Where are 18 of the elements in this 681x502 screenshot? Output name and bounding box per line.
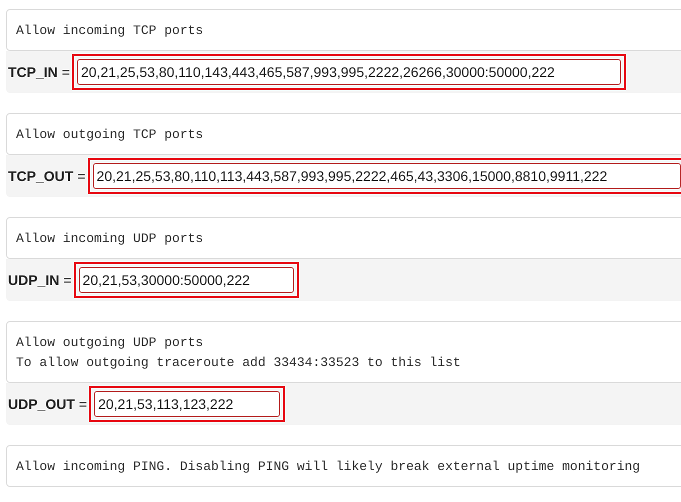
equals-sign: = [63,272,72,288]
comment-text: Allow incoming TCP ports [16,22,204,40]
comment-text: To allow outgoing traceroute add 33434:33523 to this list [16,354,462,372]
setting-label: UDP_OUT [8,396,75,412]
input-field[interactable]: 20,21,53,113,123,222 [94,391,280,417]
input-field[interactable]: 20,21,25,53,80,110,143,443,465,587,993,995,2222,26266,30000:50000,222 [76,59,621,85]
setting-label: TCP_OUT [8,168,74,184]
setting-label: TCP_IN [8,64,58,80]
comment-text: Allow outgoing UDP ports [16,334,204,352]
setting-label: UDP_IN [8,272,60,288]
input-field[interactable]: 20,21,25,53,80,110,113,443,587,993,995,2222,465,43,3306,15000,8810,9911,222 [92,163,681,189]
comment-text: Allow incoming PING. Disabling PING will likely break external uptime monitoring [16,458,642,476]
input-field[interactable]: 20,21,53,30000:50000,222 [78,267,294,293]
comment-text: Allow outgoing TCP ports [16,126,204,144]
equals-sign: = [78,396,88,412]
equals-sign: = [62,64,70,80]
comment-text: Allow incoming UDP ports [16,230,204,248]
equals-sign: = [77,168,86,184]
